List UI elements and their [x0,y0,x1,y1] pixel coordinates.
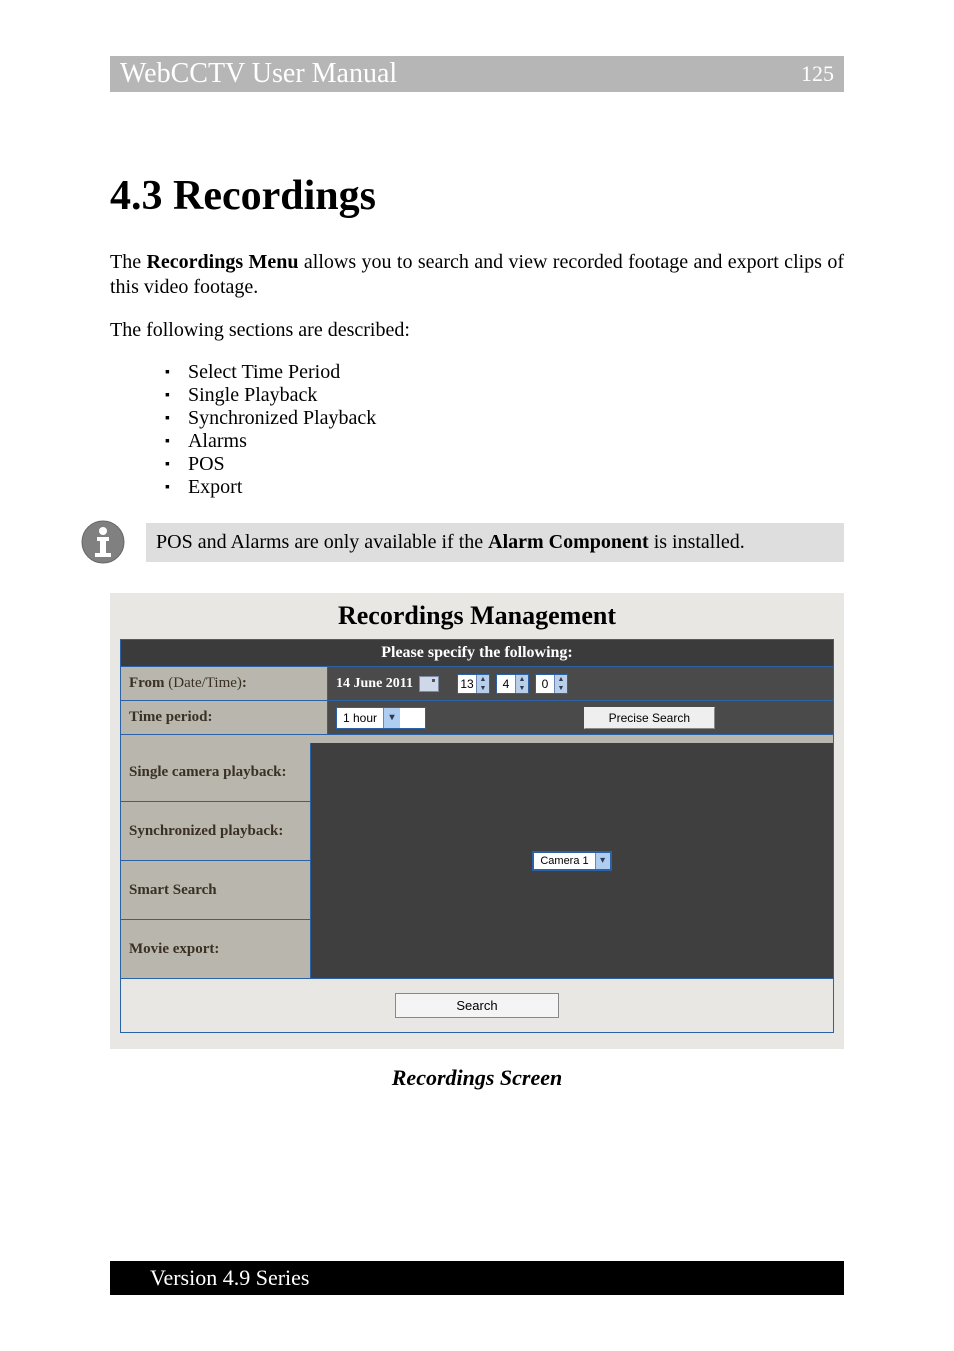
list-item: Single Playback [165,384,844,407]
list-item: POS [165,453,844,476]
movie-export-label: Movie export: [121,920,311,978]
chevron-down-icon: ▾ [383,708,400,728]
smart-search-label: Smart Search [121,861,311,920]
precise-search-button[interactable]: Precise Search [584,707,715,729]
intro-paragraph: The Recordings Menu allows you to search… [110,250,844,300]
recordings-screenshot: Recordings Management Please specify the… [110,593,844,1049]
list-item: Export [165,476,844,499]
single-playback-label: Single camera playback: [121,743,311,802]
info-icon [80,519,126,565]
list-item: Select Time Period [165,361,844,384]
second-spinner[interactable]: 0 ▲▼ [535,674,568,694]
calendar-icon[interactable] [419,676,439,692]
camera-select[interactable]: Camera 1 ▾ [532,851,611,871]
section-list: Select Time Period Single Playback Synch… [110,361,844,499]
list-item: Alarms [165,430,844,453]
list-item: Synchronized Playback [165,407,844,430]
info-note: POS and Alarms are only available if the… [146,523,844,562]
hour-spinner[interactable]: 13 ▲▼ [457,674,490,694]
minute-spinner[interactable]: 4 ▲▼ [496,674,529,694]
search-button[interactable]: Search [395,993,558,1018]
chevron-down-icon: ▾ [595,853,610,869]
preview-area: Camera 1 ▾ [311,743,833,978]
page-header: WebCCTV User Manual 125 [110,56,844,92]
doc-title: WebCCTV User Manual [120,58,397,90]
screenshot-title: Recordings Management [110,601,844,631]
screenshot-caption: Recordings Screen [110,1065,844,1091]
footer-version: Version 4.9 Series [110,1261,844,1295]
page-number: 125 [801,61,834,87]
section-title: 4.3 Recordings [110,172,844,220]
specify-header: Please specify the following: [120,639,834,667]
time-period-select[interactable]: 1 hour ▾ [336,707,426,729]
time-period-label: Time period: [121,701,328,735]
from-label: From (Date/Time): [121,667,328,701]
following-paragraph: The following sections are described: [110,318,844,343]
sync-playback-label: Synchronized playback: [121,802,311,861]
from-date: 14 June 2011 [336,676,413,692]
